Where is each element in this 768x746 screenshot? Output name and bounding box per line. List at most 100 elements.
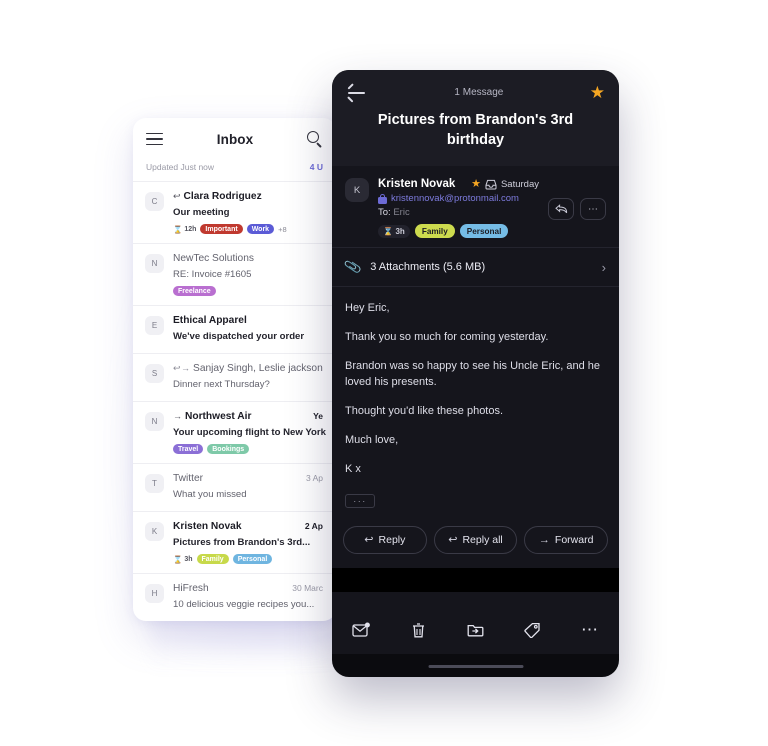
message-subject: Pictures from Brandon's 3rd birthday bbox=[377, 112, 574, 148]
message-paragraph: Hey Eric, bbox=[345, 302, 390, 315]
tag-badge[interactable]: Personal bbox=[232, 554, 273, 564]
tag-badge[interactable]: Family bbox=[414, 224, 455, 239]
thread-arrows-icon: ↩ bbox=[173, 191, 180, 201]
forward-icon: → bbox=[538, 533, 550, 546]
reply-button[interactable]: ↩ Reply bbox=[343, 525, 427, 554]
forward-button[interactable]: → Forward bbox=[524, 525, 609, 554]
trash-icon[interactable] bbox=[411, 622, 426, 639]
avatar: N bbox=[145, 412, 164, 431]
list-item-subject: Pictures from Brandon's 3rd... bbox=[173, 537, 311, 548]
lock-icon bbox=[378, 193, 387, 204]
avatar: C bbox=[145, 192, 164, 211]
list-item[interactable]: H HiFresh 30 Marc 10 delicious veggie recip… bbox=[133, 573, 336, 621]
list-item-body: Kristen Novak 2 Ap Pictures from Brandon's… bbox=[173, 521, 323, 564]
list-item-sender: Kristen Novak bbox=[173, 521, 242, 532]
star-icon[interactable]: ★ bbox=[590, 84, 605, 101]
list-item-subject: Our meeting bbox=[173, 207, 230, 218]
move-to-folder-icon[interactable] bbox=[467, 622, 484, 638]
attachments-row[interactable]: 📎 3 Attachments (5.6 MB) › bbox=[332, 247, 619, 288]
list-item-header: HiFresh 30 Marc bbox=[173, 583, 323, 594]
list-item-header: ↩ → Sanjay Singh, Leslie jackson bbox=[173, 363, 323, 374]
list-item-date: 2 Ap bbox=[304, 521, 323, 531]
list-item-date: 30 Marc bbox=[292, 583, 323, 593]
button-label: Reply bbox=[378, 533, 406, 546]
updated-label: Updated Just now bbox=[146, 162, 215, 172]
hamburger-icon[interactable] bbox=[146, 132, 163, 146]
reply-icon[interactable] bbox=[548, 198, 574, 221]
tag-badge[interactable]: Bookings bbox=[207, 444, 250, 454]
recipient-row: To: Eric bbox=[378, 207, 539, 218]
expand-quote-button[interactable]: ··· bbox=[345, 493, 375, 508]
list-item-sender: Clara Rodriguez bbox=[183, 191, 262, 202]
list-item[interactable]: N NewTec Solutions RE: Invoice #1605 Freela… bbox=[133, 243, 336, 305]
back-arrow-icon[interactable] bbox=[346, 83, 368, 103]
list-item-tags: ⌛ 3h Family Personal bbox=[173, 554, 323, 564]
list-item-header: ↩ Clara Rodriguez bbox=[173, 191, 323, 202]
screenshot-stage: Inbox Updated Just now 4 U C ↩ Clara Rodri… bbox=[0, 0, 768, 746]
more-tags-count: +8 bbox=[278, 224, 287, 234]
message-paragraph: Much love, bbox=[345, 433, 399, 446]
chevron-right-icon[interactable]: › bbox=[602, 260, 606, 275]
list-item[interactable]: E Ethical Apparel We've dispatched your or… bbox=[133, 305, 336, 353]
avatar: T bbox=[145, 474, 164, 493]
list-item-body: Twitter 3 Ap What you missed bbox=[173, 473, 323, 502]
sender-block: K Kristen Novak ★ Saturday kristennovak@… bbox=[332, 166, 619, 247]
list-item[interactable]: C ↩ Clara Rodriguez Our meeting ⌛ 12h Importan… bbox=[133, 181, 336, 243]
list-item[interactable]: S ↩ → Sanjay Singh, Leslie jackson Dinner n… bbox=[133, 353, 336, 401]
mark-unread-icon[interactable] bbox=[352, 622, 371, 638]
message-body: Hey Eric, Thank you so much for coming ye… bbox=[332, 287, 619, 526]
attachments-label: 3 Attachments (5.6 MB) bbox=[370, 261, 486, 274]
label-tag-icon[interactable] bbox=[524, 622, 541, 639]
star-icon[interactable]: ★ bbox=[471, 178, 481, 190]
list-item-tags: ⌛ 12h Important Work +8 bbox=[173, 224, 323, 234]
avatar: K bbox=[345, 178, 369, 203]
message-count-label: 1 Message bbox=[454, 87, 504, 98]
avatar: H bbox=[145, 584, 164, 603]
sender-email[interactable]: kristennovak@protonmail.com bbox=[391, 193, 519, 204]
avatar: N bbox=[145, 254, 164, 273]
list-item[interactable]: N → Northwest Air Ye Your upcoming flight to… bbox=[133, 401, 336, 463]
bottom-toolbar: ⋯ bbox=[332, 591, 619, 654]
more-horizontal-icon[interactable]: ⋯ bbox=[581, 620, 599, 640]
list-item-sender: Twitter bbox=[173, 473, 203, 484]
thread-arrows-icon: → bbox=[173, 411, 182, 421]
tag-badge[interactable]: Travel bbox=[173, 444, 204, 454]
reply-all-button[interactable]: ↩ Reply all bbox=[433, 525, 518, 554]
inbox-list-panel: Inbox Updated Just now 4 U C ↩ Clara Rodri… bbox=[133, 118, 336, 621]
unread-count-badge[interactable]: 4 U bbox=[310, 162, 323, 172]
expiry-badge: ⌛ 12h bbox=[173, 224, 197, 234]
list-item-date: Ye bbox=[313, 411, 323, 421]
reply-action-bar: ↩ Reply ↩ Reply all → Forward bbox=[332, 525, 619, 568]
list-item-sender: Northwest Air bbox=[185, 411, 252, 422]
reader-header: 1 Message ★ Pictures from Brandon's 3rd … bbox=[332, 70, 619, 167]
reply-icon: ↩ bbox=[364, 534, 374, 547]
search-icon[interactable] bbox=[307, 131, 323, 148]
sender-meta: ★ Saturday bbox=[471, 178, 539, 190]
list-item-subject: We've dispatched your order bbox=[173, 331, 305, 342]
more-horizontal-icon[interactable]: ⋯ bbox=[580, 198, 606, 221]
tag-badge[interactable]: Work bbox=[246, 224, 275, 234]
avatar: E bbox=[145, 316, 164, 335]
reader-spacer bbox=[332, 567, 619, 592]
message-card: K Kristen Novak ★ Saturday kristennovak@… bbox=[332, 166, 619, 568]
list-item-body: ↩ Clara Rodriguez Our meeting ⌛ 12h Important… bbox=[173, 191, 323, 234]
home-indicator bbox=[428, 664, 523, 668]
reply-all-icon: ↩ bbox=[448, 534, 458, 547]
list-item[interactable]: T Twitter 3 Ap What you missed bbox=[133, 463, 336, 511]
tag-badge[interactable]: Personal bbox=[459, 224, 509, 239]
list-item-sender: HiFresh bbox=[173, 583, 209, 594]
list-item-sender: Ethical Apparel bbox=[173, 315, 247, 326]
list-item[interactable]: K Kristen Novak 2 Ap Pictures from Brandon'… bbox=[133, 511, 336, 573]
tag-badge[interactable]: Family bbox=[196, 554, 229, 564]
avatar: K bbox=[145, 522, 164, 541]
tag-badge[interactable]: Important bbox=[200, 224, 243, 234]
list-item-date: 3 Ap bbox=[305, 473, 323, 483]
message-date: Saturday bbox=[500, 178, 539, 190]
tag-badge[interactable]: Freelance bbox=[173, 286, 216, 296]
list-item-tags: Freelance bbox=[173, 286, 323, 296]
message-reader-panel: 1 Message ★ Pictures from Brandon's 3rd … bbox=[332, 70, 619, 677]
list-item-header: → Northwest Air Ye bbox=[173, 411, 323, 422]
list-item-body: Ethical Apparel We've dispatched your ord… bbox=[173, 315, 323, 344]
sender-name-row: Kristen Novak ★ Saturday bbox=[378, 178, 539, 190]
message-paragraph: Thought you'd like these photos. bbox=[345, 404, 504, 417]
